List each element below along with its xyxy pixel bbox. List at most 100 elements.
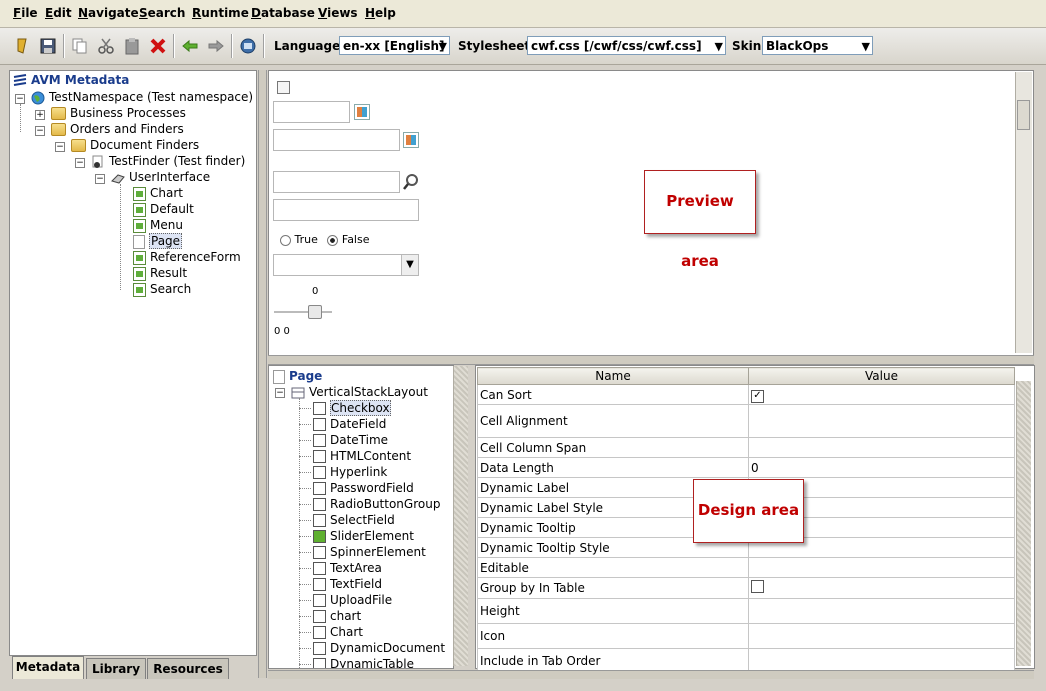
tab-resources[interactable]: Resources	[147, 658, 229, 679]
menu-navigate[interactable]: Navigate	[78, 6, 139, 20]
paste-icon[interactable]	[123, 37, 141, 55]
tree-item-user-interface[interactable]: UserInterface	[111, 169, 210, 185]
expand-icon[interactable]: +	[35, 110, 45, 120]
component-item-passwordfield[interactable]: PasswordField	[299, 480, 414, 496]
property-row[interactable]: Can Sort ✓	[477, 384, 1015, 405]
tab-metadata[interactable]: Metadata	[12, 656, 84, 679]
property-value[interactable]	[748, 557, 1015, 578]
preview-search-field[interactable]	[273, 171, 400, 193]
collapse-icon[interactable]: −	[35, 126, 45, 136]
menu-help[interactable]: Help	[365, 6, 396, 20]
vertical-splitter[interactable]	[258, 70, 267, 678]
property-row[interactable]: Cell Column Span	[477, 437, 1015, 458]
menu-runtime[interactable]: Runtime	[192, 6, 249, 20]
property-value[interactable]	[748, 577, 1015, 599]
save-icon[interactable]	[39, 37, 57, 55]
component-item-spinnerelement[interactable]: SpinnerElement	[299, 544, 426, 560]
tree-item-search[interactable]: Search	[133, 281, 191, 297]
slider-track[interactable]	[274, 311, 332, 313]
collapse-icon[interactable]: −	[15, 94, 25, 104]
property-value[interactable]	[748, 437, 1015, 458]
skin-select[interactable]: BlackOps ▼	[762, 36, 873, 55]
menu-edit[interactable]: Edit	[45, 6, 72, 20]
property-checkbox[interactable]: ✓	[751, 389, 764, 403]
component-item-htmlcontent[interactable]: HTMLContent	[299, 448, 411, 464]
property-row[interactable]: Icon	[477, 623, 1015, 649]
cut-icon[interactable]	[97, 37, 115, 55]
collapse-icon[interactable]: −	[75, 158, 85, 168]
menu-file[interactable]: File	[13, 6, 38, 20]
back-arrow-icon[interactable]	[181, 37, 199, 55]
slider-thumb[interactable]	[308, 305, 322, 319]
language-select[interactable]: en-xx [English] ▼	[339, 36, 450, 55]
component-item-sliderelement[interactable]: SliderElement	[299, 528, 414, 544]
component-item-chart[interactable]: chart	[299, 608, 361, 624]
property-value[interactable]	[748, 623, 1015, 649]
menu-views[interactable]: Views	[318, 6, 358, 20]
tree-item-namespace[interactable]: TestNamespace (Test namespace)	[31, 89, 253, 105]
menu-search[interactable]: Search	[139, 6, 185, 20]
component-layout[interactable]: VerticalStackLayout	[291, 384, 428, 400]
preview-select-field[interactable]: ▼	[273, 254, 419, 276]
component-item-textfield[interactable]: TextField	[299, 576, 382, 592]
run-icon[interactable]	[239, 37, 257, 55]
component-item-datefield[interactable]: DateField	[299, 416, 386, 432]
tree-item-reference-form[interactable]: ReferenceForm	[133, 249, 241, 265]
property-value[interactable]: ✓	[748, 384, 1015, 405]
open-icon[interactable]	[14, 37, 32, 55]
component-item-chart[interactable]: Chart	[299, 624, 363, 640]
stylesheet-select[interactable]: cwf.css [/cwf/css/cwf.css] ▼	[527, 36, 726, 55]
preview-text-field[interactable]	[273, 199, 419, 221]
bottom-splitter[interactable]	[268, 670, 1034, 679]
preview-checkbox[interactable]	[277, 81, 290, 94]
tab-library[interactable]: Library	[86, 658, 146, 679]
magnifier-icon[interactable]	[402, 173, 420, 191]
component-item-dynamictable[interactable]: DynamicTable	[299, 656, 414, 668]
forward-arrow-icon[interactable]	[207, 37, 225, 55]
tree-item-orders-and-finders[interactable]: Orders and Finders	[51, 121, 184, 137]
preview-datetime-field[interactable]	[273, 129, 400, 151]
property-grid-scrollbar[interactable]	[1016, 381, 1031, 666]
dropdown-arrow-icon[interactable]: ▼	[401, 255, 418, 275]
radio-true[interactable]	[280, 234, 291, 246]
component-item-datetime[interactable]: DateTime	[299, 432, 388, 448]
property-checkbox[interactable]	[751, 580, 764, 593]
tree-item-business-processes[interactable]: Business Processes	[51, 105, 186, 121]
column-header-value[interactable]: Value	[748, 367, 1015, 385]
property-value[interactable]: 0	[748, 457, 1015, 478]
tree-item-default[interactable]: Default	[133, 201, 194, 217]
horizontal-splitter[interactable]	[268, 355, 1034, 365]
property-row[interactable]: Cell Alignment	[477, 404, 1015, 438]
component-tree-scrollbar[interactable]	[453, 366, 468, 666]
property-row[interactable]: Data Length 0	[477, 457, 1015, 478]
property-row[interactable]: Group by In Table	[477, 577, 1015, 599]
copy-icon[interactable]	[71, 37, 89, 55]
component-root[interactable]: Page	[273, 368, 322, 384]
collapse-icon[interactable]: −	[95, 174, 105, 184]
property-value[interactable]	[748, 598, 1015, 624]
preview-date-field[interactable]	[273, 101, 350, 123]
component-item-dynamicdocument[interactable]: DynamicDocument	[299, 640, 445, 656]
tree-item-menu[interactable]: Menu	[133, 217, 183, 233]
calendar-icon[interactable]	[403, 132, 419, 148]
tree-root[interactable]: AVM Metadata	[13, 72, 129, 88]
tree-item-page[interactable]: Page	[133, 233, 183, 249]
column-header-name[interactable]: Name	[477, 367, 749, 385]
tree-item-document-finders[interactable]: Document Finders	[71, 137, 199, 153]
tree-item-chart[interactable]: Chart	[133, 185, 183, 201]
component-item-selectfield[interactable]: SelectField	[299, 512, 395, 528]
property-row[interactable]: Editable	[477, 557, 1015, 578]
property-row[interactable]: Height	[477, 598, 1015, 624]
component-item-checkbox[interactable]: Checkbox	[299, 400, 391, 416]
menu-database[interactable]: Database	[251, 6, 315, 20]
tree-item-result[interactable]: Result	[133, 265, 187, 281]
delete-icon[interactable]	[149, 37, 167, 55]
calendar-icon[interactable]	[354, 104, 370, 120]
radio-false[interactable]	[327, 234, 339, 246]
collapse-icon[interactable]: −	[275, 388, 285, 398]
component-item-textarea[interactable]: TextArea	[299, 560, 382, 576]
component-item-uploadfile[interactable]: UploadFile	[299, 592, 392, 608]
component-item-hyperlink[interactable]: Hyperlink	[299, 464, 387, 480]
collapse-icon[interactable]: −	[55, 142, 65, 152]
component-item-radiobuttongroup[interactable]: RadioButtonGroup	[299, 496, 440, 512]
